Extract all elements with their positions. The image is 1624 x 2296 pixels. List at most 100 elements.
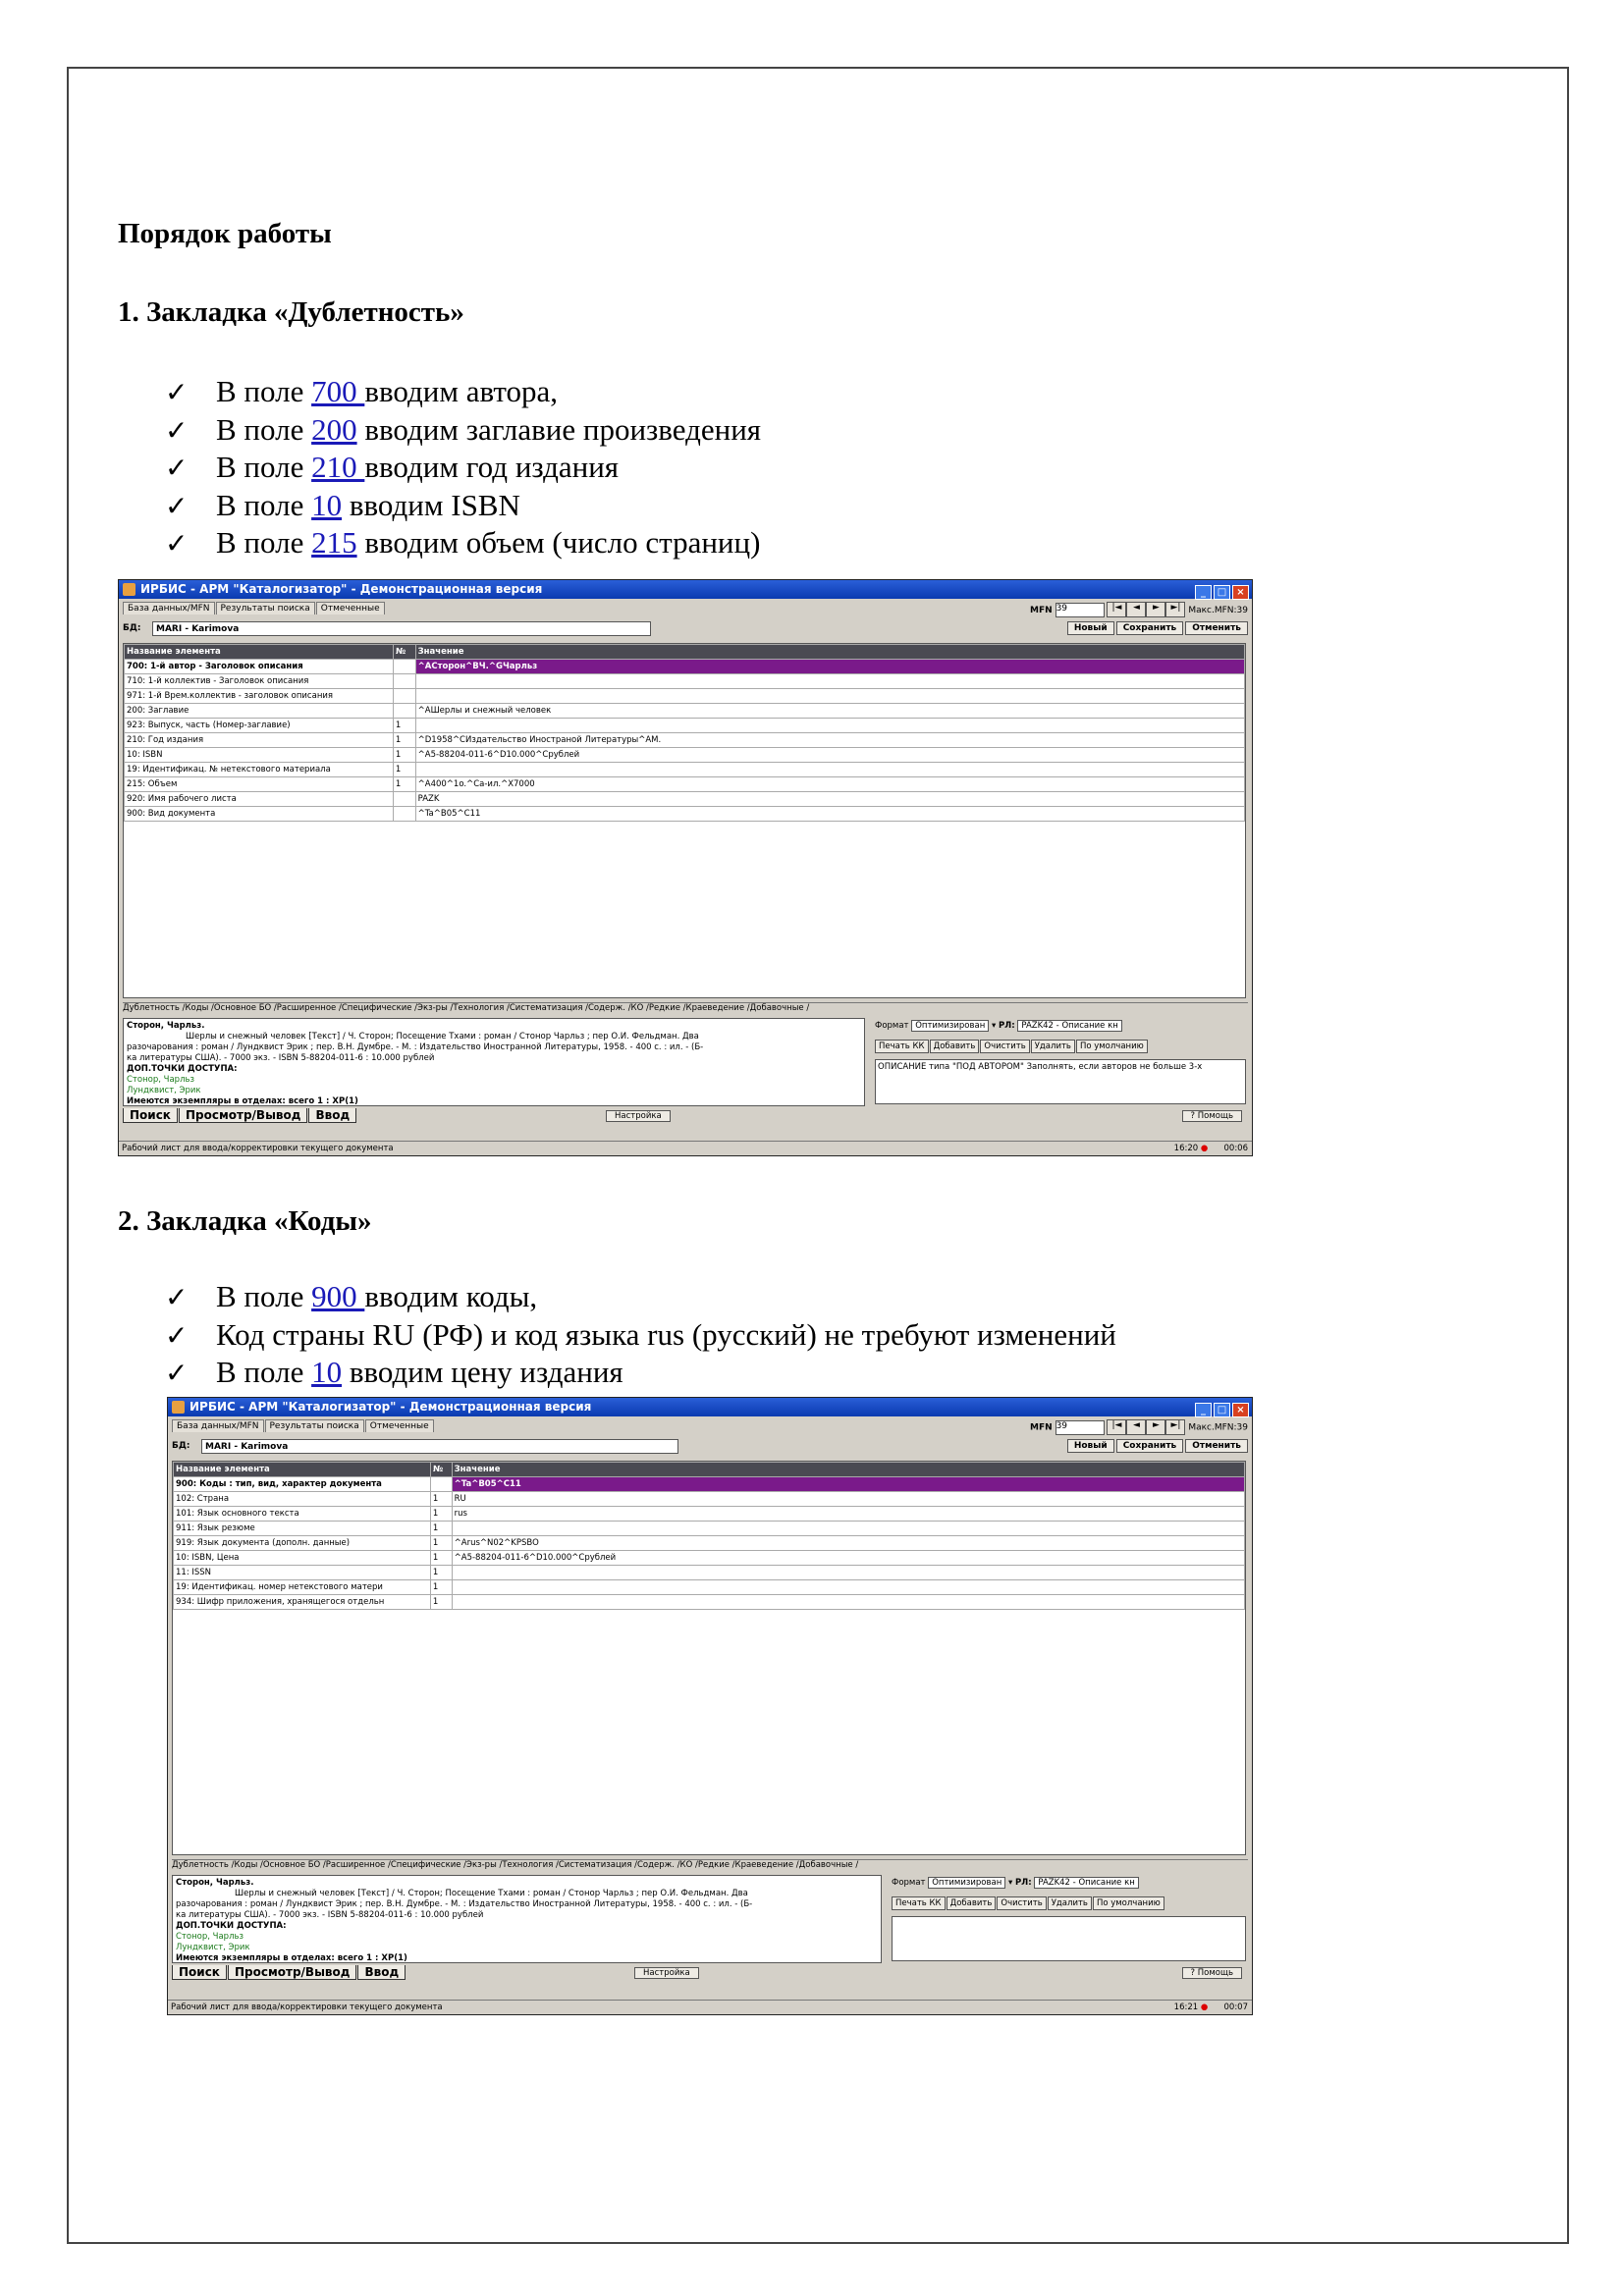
field-link[interactable]: 10 bbox=[311, 488, 342, 522]
top-tab[interactable]: Результаты поиска bbox=[215, 602, 315, 614]
side-button[interactable]: Очистить bbox=[980, 1040, 1030, 1053]
field-row[interactable]: 900: Вид документа ^Ta^B05^C11 bbox=[124, 806, 1245, 822]
first-record-button[interactable]: |◄ bbox=[1107, 602, 1127, 617]
field-row[interactable]: 19: Идентификац. номер нетекстового мате… bbox=[173, 1579, 1245, 1595]
rl-select[interactable]: PAZK42 - Описание кн bbox=[1017, 1020, 1122, 1032]
field-value[interactable]: ^AШерлы и снежный человек bbox=[414, 703, 1245, 719]
top-tab[interactable]: Отмеченные bbox=[364, 1419, 434, 1432]
field-row[interactable]: 923: Выпуск, часть (Номер-заглавие) 1 bbox=[124, 718, 1245, 733]
rl-select[interactable]: PAZK42 - Описание кн bbox=[1034, 1877, 1139, 1889]
field-value[interactable]: RU bbox=[451, 1491, 1245, 1507]
close-button[interactable]: × bbox=[1232, 1403, 1249, 1417]
field-row[interactable]: 700: 1-й автор - Заголовок описания ^AСто… bbox=[124, 659, 1245, 674]
worksheet-tabs[interactable]: Дублетность /Коды /Основное БО /Расширен… bbox=[123, 1002, 1248, 1017]
settings-button[interactable]: Настройка bbox=[606, 1110, 671, 1122]
field-value[interactable] bbox=[451, 1521, 1245, 1536]
close-button[interactable]: × bbox=[1232, 585, 1249, 600]
format-select[interactable]: Оптимизирован bbox=[911, 1020, 990, 1032]
field-row[interactable]: 210: Год издания 1 ^D1958^CИздательство Ин… bbox=[124, 732, 1245, 748]
side-button[interactable]: Удалить bbox=[1047, 1896, 1092, 1910]
field-row[interactable]: 710: 1-й коллектив - Заголовок описания bbox=[124, 673, 1245, 689]
new-button[interactable]: Новый bbox=[1066, 621, 1114, 635]
field-value[interactable]: ^Ta^B05^C11 bbox=[414, 806, 1245, 822]
maximize-button[interactable]: □ bbox=[1214, 585, 1230, 600]
field-value[interactable] bbox=[414, 688, 1245, 704]
field-value[interactable]: ^A5-88204-011-6^D10.000^Cрублей bbox=[451, 1550, 1245, 1566]
side-button[interactable]: По умолчанию bbox=[1075, 1040, 1148, 1053]
mode-tab[interactable]: Ввод bbox=[357, 1965, 406, 1980]
last-record-button[interactable]: ►| bbox=[1165, 1419, 1186, 1435]
side-button[interactable]: Печать КК bbox=[875, 1040, 929, 1053]
field-link[interactable]: 210 bbox=[311, 450, 364, 484]
prev-record-button[interactable]: ◄ bbox=[1126, 602, 1147, 617]
top-tab[interactable]: Отмеченные bbox=[315, 602, 385, 614]
mode-tab[interactable]: Поиск bbox=[172, 1965, 227, 1980]
prev-record-button[interactable]: ◄ bbox=[1126, 1419, 1147, 1435]
field-link[interactable]: 900 bbox=[311, 1279, 364, 1313]
db-select[interactable]: MARI - Karimova bbox=[201, 1439, 678, 1454]
top-tab[interactable]: База данных/MFN bbox=[123, 602, 215, 614]
last-record-button[interactable]: ►| bbox=[1165, 602, 1186, 617]
field-link[interactable]: 700 bbox=[311, 374, 364, 408]
save-button[interactable]: Сохранить bbox=[1115, 1439, 1184, 1453]
field-row[interactable]: 101: Язык основного текста 1 rus bbox=[173, 1506, 1245, 1522]
side-button[interactable]: Удалить bbox=[1030, 1040, 1075, 1053]
help-button[interactable]: ? Помощь bbox=[1181, 1967, 1242, 1979]
field-link[interactable]: 215 bbox=[311, 525, 357, 560]
field-value[interactable]: ^AСторон^BЧ.^GЧарльз bbox=[414, 659, 1245, 674]
field-row[interactable]: 911: Язык резюме 1 bbox=[173, 1521, 1245, 1536]
field-row[interactable]: 919: Язык документа (дополн. данные) 1 ^Ar… bbox=[173, 1535, 1245, 1551]
field-value[interactable]: PAZK bbox=[414, 791, 1245, 807]
format-select[interactable]: Оптимизирован bbox=[928, 1877, 1006, 1889]
mfn-input[interactable]: 39 bbox=[1055, 602, 1105, 617]
side-button[interactable]: Печать КК bbox=[892, 1896, 946, 1910]
mode-tab[interactable]: Поиск bbox=[123, 1108, 178, 1123]
field-value[interactable]: ^A5-88204-011-6^D10.000^Cрублей bbox=[414, 747, 1245, 763]
field-value[interactable] bbox=[451, 1579, 1245, 1595]
save-button[interactable]: Сохранить bbox=[1115, 621, 1184, 635]
field-value[interactable] bbox=[451, 1565, 1245, 1580]
field-link[interactable]: 200 bbox=[311, 412, 357, 447]
next-record-button[interactable]: ► bbox=[1146, 602, 1166, 617]
field-value[interactable]: rus bbox=[451, 1506, 1245, 1522]
cancel-button[interactable]: Отменить bbox=[1185, 1439, 1248, 1453]
field-row[interactable]: 215: Объем 1 ^A400^1o.^Cа-ил.^X7000 bbox=[124, 776, 1245, 792]
field-row[interactable]: 200: Заглавие ^AШерлы и снежный человек bbox=[124, 703, 1245, 719]
mfn-input[interactable]: 39 bbox=[1055, 1419, 1105, 1435]
side-button[interactable]: Добавить bbox=[929, 1040, 980, 1053]
field-value[interactable]: ^Ta^B05^C11 bbox=[451, 1476, 1245, 1492]
mode-tab[interactable]: Просмотр/Вывод bbox=[227, 1965, 357, 1980]
field-value[interactable]: ^D1958^CИздательство Иностраной Литерату… bbox=[414, 732, 1245, 748]
field-value[interactable]: ^A400^1o.^Cа-ил.^X7000 bbox=[414, 776, 1245, 792]
settings-button[interactable]: Настройка bbox=[634, 1967, 699, 1979]
field-row[interactable]: 11: ISSN 1 bbox=[173, 1565, 1245, 1580]
maximize-button[interactable]: □ bbox=[1214, 1403, 1230, 1417]
field-value[interactable] bbox=[414, 718, 1245, 733]
minimize-button[interactable]: _ bbox=[1195, 1403, 1212, 1417]
field-link[interactable]: 10 bbox=[311, 1355, 342, 1389]
field-value[interactable] bbox=[414, 673, 1245, 689]
field-row[interactable]: 971: 1-й Врем.коллектив - заголовок опис… bbox=[124, 688, 1245, 704]
side-button[interactable]: По умолчанию bbox=[1092, 1896, 1164, 1910]
mode-tab[interactable]: Ввод bbox=[308, 1108, 357, 1123]
top-tab[interactable]: Результаты поиска bbox=[264, 1419, 364, 1432]
field-value[interactable]: ^Arus^N02^KPSBO bbox=[451, 1535, 1245, 1551]
help-button[interactable]: ? Помощь bbox=[1181, 1110, 1242, 1122]
minimize-button[interactable]: _ bbox=[1195, 585, 1212, 600]
field-row[interactable]: 19: Идентификац. № нетекстового материал… bbox=[124, 762, 1245, 777]
worksheet-tabs[interactable]: Дублетность /Коды /Основное БО /Расширен… bbox=[172, 1859, 1248, 1874]
top-tab[interactable]: База данных/MFN bbox=[172, 1419, 264, 1432]
field-row[interactable]: 900: Коды : тип, вид, характер документа… bbox=[173, 1476, 1245, 1492]
mode-tab[interactable]: Просмотр/Вывод bbox=[178, 1108, 308, 1123]
new-button[interactable]: Новый bbox=[1066, 1439, 1114, 1453]
field-row[interactable]: 10: ISBN 1 ^A5-88204-011-6^D10.000^Cрублей bbox=[124, 747, 1245, 763]
field-row[interactable]: 102: Страна 1 RU bbox=[173, 1491, 1245, 1507]
first-record-button[interactable]: |◄ bbox=[1107, 1419, 1127, 1435]
field-row[interactable]: 934: Шифр приложения, хранящегося отдель… bbox=[173, 1594, 1245, 1610]
side-button[interactable]: Добавить bbox=[946, 1896, 997, 1910]
field-value[interactable] bbox=[414, 762, 1245, 777]
next-record-button[interactable]: ► bbox=[1146, 1419, 1166, 1435]
field-row[interactable]: 920: Имя рабочего листа PAZK bbox=[124, 791, 1245, 807]
db-select[interactable]: MARI - Karimova bbox=[152, 621, 651, 636]
side-button[interactable]: Очистить bbox=[997, 1896, 1047, 1910]
